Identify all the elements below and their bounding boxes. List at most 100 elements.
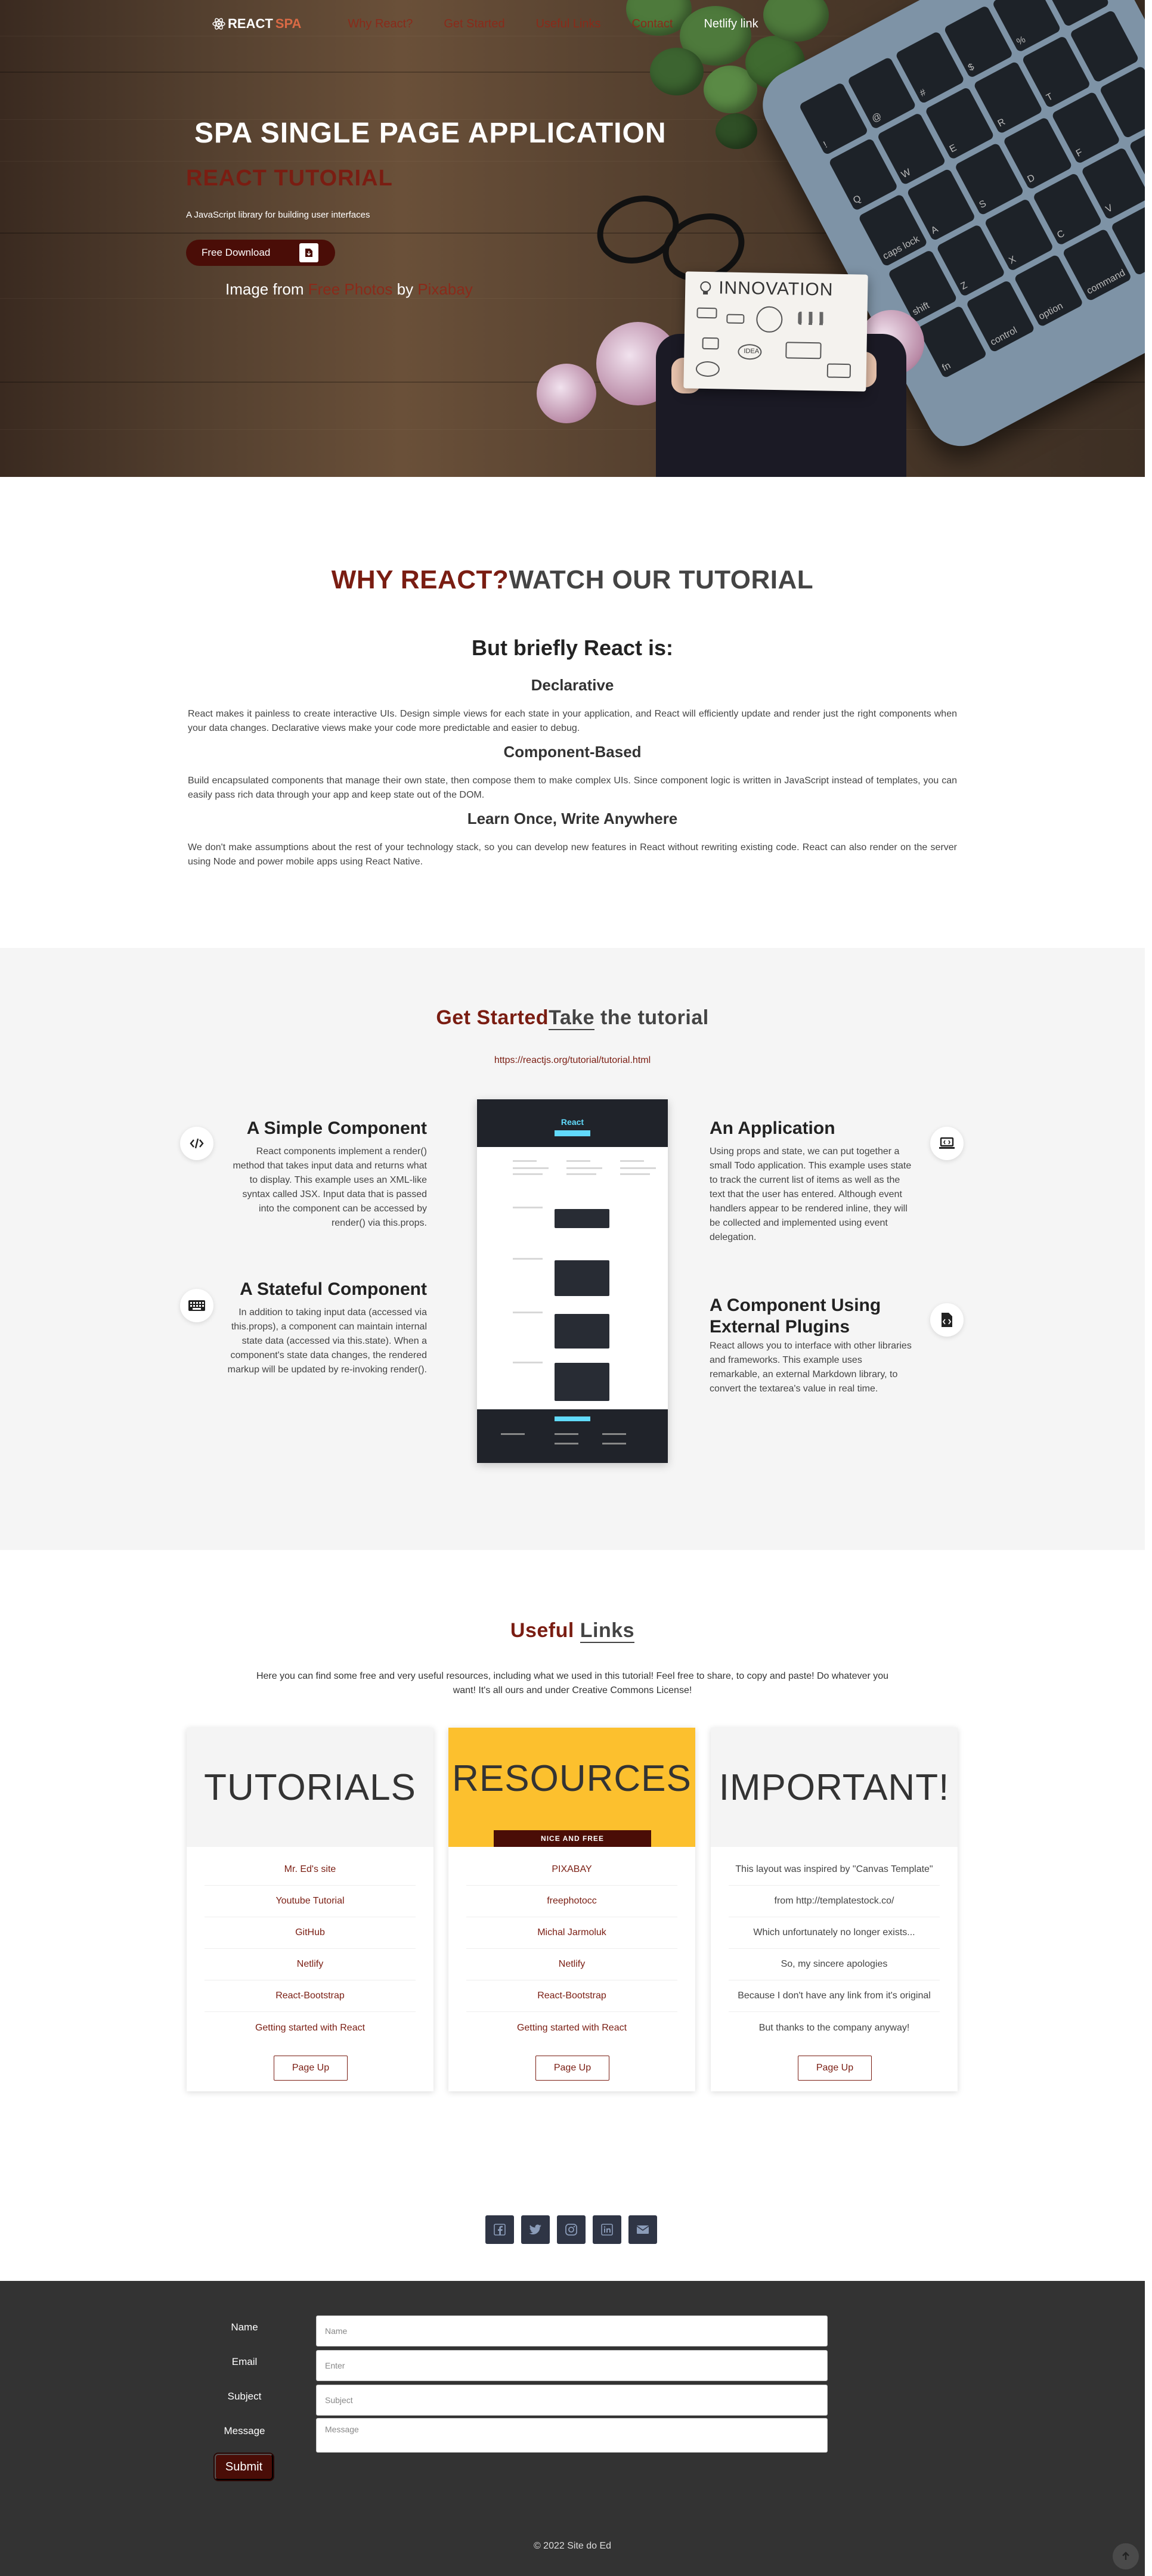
link-react-bootstrap[interactable]: React-Bootstrap <box>275 1991 345 2001</box>
paper-title: INNOVATION <box>718 278 834 300</box>
application-text: Using props and state, we can put togeth… <box>710 1146 912 1242</box>
resources-card: RESOURCES NICE AND FREE PIXABAY freephot… <box>448 1728 695 2091</box>
nav-link-why-react[interactable]: Why React? <box>348 17 413 31</box>
sketch-box <box>696 307 717 319</box>
download-file-icon <box>299 243 318 262</box>
external-plugins-text: React allows you to interface with other… <box>710 1341 912 1394</box>
get-started-title: Get StartedTake the tutorial <box>0 1006 1145 1030</box>
name-label: Name <box>231 2321 258 2333</box>
hero-lead: A JavaScript library for building user i… <box>186 210 370 220</box>
list-item[interactable]: Michal Jarmoluk <box>466 1917 677 1949</box>
application-title: An Application <box>710 1118 835 1138</box>
email-field[interactable]: Enter <box>316 2350 828 2381</box>
submit-button[interactable]: Submit <box>215 2454 273 2480</box>
briefly-heading: But briefly React is: <box>471 636 674 660</box>
feature-text-component-based: Build encapsulated components that manag… <box>188 776 957 800</box>
useful-title-accent: Useful <box>510 1619 574 1642</box>
sketch-box <box>826 363 851 379</box>
why-title-rest: WATCH OUR TUTORIAL <box>509 565 814 594</box>
list-item[interactable]: GitHub <box>205 1917 416 1949</box>
plant-leaf <box>650 48 704 95</box>
screenshot-footer-cta <box>555 1416 590 1421</box>
simple-component-text: React components implement a render() me… <box>233 1146 427 1228</box>
link-github[interactable]: GitHub <box>295 1927 325 1938</box>
link-mr-eds-site[interactable]: Mr. Ed's site <box>284 1864 336 1875</box>
list-item: But thanks to the company anyway! <box>758 2022 910 2033</box>
link-michal-jarmoluk[interactable]: Michal Jarmoluk <box>537 1927 606 1938</box>
link-netlify[interactable]: Netlify <box>297 1959 323 1970</box>
tutorial-url-link[interactable]: https://reactjs.org/tutorial/tutorial.ht… <box>0 1055 1145 1066</box>
instagram-icon[interactable] <box>557 2215 586 2244</box>
paper-idea-label: IDEA <box>744 348 760 355</box>
back-to-top-button[interactable] <box>1113 2543 1139 2569</box>
sketch-box <box>702 337 719 350</box>
name-field[interactable]: Name <box>316 2315 828 2346</box>
tutorials-card-header: TUTORIALS <box>187 1728 433 1847</box>
message-label: Message <box>224 2425 265 2436</box>
important-notes-list: This layout was inspired by "Canvas Temp… <box>711 1847 958 2044</box>
screenshot-line <box>566 1167 602 1169</box>
screenshot-line <box>513 1167 549 1169</box>
social-links <box>485 2215 657 2244</box>
logo-spa-text: SPA <box>275 16 302 31</box>
facebook-icon[interactable] <box>485 2215 514 2244</box>
credit-by: by <box>397 280 414 298</box>
important-card-title: IMPORTANT! <box>719 1766 950 1808</box>
list-item[interactable]: Youtube Tutorial <box>205 1886 416 1917</box>
list-item[interactable]: Getting started with React <box>205 2012 416 2044</box>
screenshot-line <box>620 1173 650 1175</box>
list-item[interactable]: React-Bootstrap <box>466 1980 677 2012</box>
screenshot-line <box>555 1443 578 1444</box>
sketch-chart <box>798 311 834 326</box>
page-up-button[interactable]: Page Up <box>535 2056 609 2081</box>
resources-card-header: RESOURCES NICE AND FREE <box>448 1728 695 1847</box>
list-item[interactable]: Netlify <box>205 1949 416 1980</box>
page-up-button[interactable]: Page Up <box>798 2056 872 2081</box>
file-code-icon <box>930 1303 964 1337</box>
screenshot-code-block <box>555 1260 609 1296</box>
subject-field[interactable]: Subject <box>316 2385 828 2416</box>
tutorials-link-list: Mr. Ed's site Youtube Tutorial GitHub Ne… <box>187 1847 433 2044</box>
brand-logo[interactable]: REACT SPA <box>212 16 301 32</box>
link-getting-started[interactable]: Getting started with React <box>517 2023 627 2033</box>
twitter-icon[interactable] <box>521 2215 550 2244</box>
simple-component-title: A Simple Component <box>246 1118 427 1138</box>
nav-link-contact[interactable]: Contact <box>632 17 673 31</box>
list-item[interactable]: Mr. Ed's site <box>205 1854 416 1886</box>
screenshot-body <box>477 1147 668 1409</box>
tutorials-card: TUTORIALS Mr. Ed's site Youtube Tutorial… <box>187 1728 433 2091</box>
link-getting-started[interactable]: Getting started with React <box>255 2023 365 2033</box>
email-icon[interactable] <box>628 2215 657 2244</box>
credit-prefix: Image from <box>225 280 304 298</box>
lightbulb-icon <box>700 281 711 295</box>
list-item[interactable]: Getting started with React <box>466 2012 677 2044</box>
list-item[interactable]: freephotocc <box>466 1886 677 1917</box>
feature-title-learn-once: Learn Once, Write Anywhere <box>467 810 678 827</box>
linkedin-icon[interactable] <box>593 2215 621 2244</box>
message-field[interactable]: Message <box>316 2418 828 2453</box>
list-item[interactable]: Netlify <box>466 1949 677 1980</box>
nav-link-get-started[interactable]: Get Started <box>444 17 504 31</box>
gs-title-underlined: Take <box>549 1006 595 1030</box>
nice-and-free-tag: NICE AND FREE <box>494 1830 651 1847</box>
nav-link-netlify[interactable]: Netlify link <box>704 17 758 31</box>
screenshot-line <box>513 1173 543 1175</box>
free-download-button[interactable]: Free Download <box>186 240 335 266</box>
link-react-bootstrap[interactable]: React-Bootstrap <box>537 1991 606 2001</box>
link-netlify[interactable]: Netlify <box>559 1959 585 1970</box>
link-pixabay[interactable]: PIXABAY <box>552 1864 592 1875</box>
link-youtube-tutorial[interactable]: Youtube Tutorial <box>275 1896 344 1907</box>
link-freephotocc[interactable]: freephotocc <box>547 1896 597 1907</box>
list-item[interactable]: React-Bootstrap <box>205 1980 416 2012</box>
nav-link-useful-links[interactable]: Useful Links <box>536 17 601 31</box>
pixabay-link[interactable]: Pixabay <box>417 280 473 298</box>
copyright: © 2022 Site do Ed <box>533 2541 612 2551</box>
screenshot-footer <box>477 1409 668 1463</box>
top-navbar: REACT SPA Why React? Get Started Useful L… <box>212 13 789 35</box>
list-item[interactable]: PIXABAY <box>466 1854 677 1886</box>
page-up-button[interactable]: Page Up <box>274 2056 348 2081</box>
free-photos-link[interactable]: Free Photos <box>308 280 393 298</box>
screenshot-line <box>620 1167 656 1169</box>
stateful-component-text: In addition to taking input data (access… <box>227 1307 427 1375</box>
laptop-code-icon <box>930 1127 964 1160</box>
